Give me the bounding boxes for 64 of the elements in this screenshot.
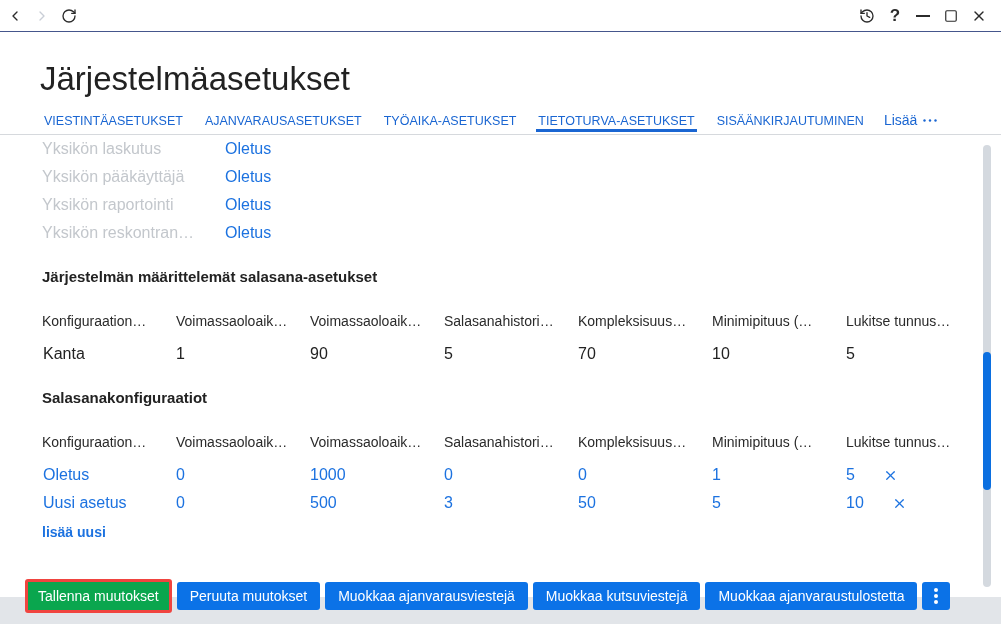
column-header: Voimassaoloaik… [310,312,422,331]
scrollbar-thumb[interactable] [983,352,991,490]
tab[interactable]: TYÖAIKA-ASETUKSET [381,111,519,132]
setting-label: Yksikön pääkäyttäjä [42,167,185,187]
history-icon [859,7,875,24]
table-link[interactable]: 5 [846,464,855,486]
scrollbar-track[interactable] [983,145,991,587]
table-cell-text: 90 [310,344,328,364]
tab[interactable]: TIETOTURVA-ASETUKSET [536,111,697,132]
page-title: Järjestelmäasetukset [40,59,350,99]
column-header: Voimassaoloaik… [176,433,288,452]
action-button[interactable]: Muokkaa ajanvaraustulostetta [705,582,918,610]
save-button[interactable]: Tallenna muutokset [25,579,172,613]
more-vertical-icon [934,588,939,604]
table-link[interactable]: 1000 [310,464,346,486]
more-dots-icon [923,119,938,122]
column-header: Kompleksisuus… [578,433,687,452]
table-cell-text: Kanta [42,344,85,364]
table-link[interactable]: Oletus [42,464,90,486]
table-cell-text: 1 [176,344,185,364]
action-button[interactable]: Muokkaa kutsuviestejä [532,582,701,610]
column-header: Salasanahistori… [444,312,554,331]
more-options-button[interactable] [922,582,951,610]
add-new-link[interactable]: lisää uusi [42,522,106,542]
table-link[interactable]: 0 [578,464,587,486]
column-header: Voimassaoloaik… [176,312,288,331]
minimize-icon [916,14,930,17]
setting-label: Yksikön reskontran… [42,223,195,243]
tab[interactable]: VIESTINTÄASETUKSET [42,111,185,132]
help-button[interactable]: ? [882,2,908,29]
column-header: Konfiguraation… [42,312,147,331]
table-cell-text: 5 [846,344,855,364]
refresh-icon [61,7,77,24]
table-link[interactable]: 0 [176,492,185,514]
column-header: Minimipituus (… [712,312,813,331]
table-link[interactable]: 500 [310,492,337,514]
table-cell-text: 70 [578,344,596,364]
section-heading: Salasanakonfiguraatiot [42,388,208,408]
more-tab[interactable]: Lisää [883,111,938,132]
column-header: Salasanahistori… [444,433,554,452]
table-link[interactable]: 1 [712,464,721,486]
table-link[interactable]: 0 [444,464,453,486]
tab[interactable]: AJANVARAUSASETUKSET [202,111,364,132]
table-cell-text: 5 [444,344,453,364]
setting-label: Yksikön raportointi [42,195,174,215]
column-header: Konfiguraation… [42,433,147,452]
table-link[interactable]: 10 [846,492,864,514]
table-link[interactable]: 5 [712,492,721,514]
maximize-icon [944,8,958,23]
tab[interactable]: SISÄÄNKIRJAUTUMINEN [714,111,866,132]
action-button[interactable]: Peruuta muutokset [176,582,321,610]
table-link[interactable]: 50 [578,492,596,514]
column-header: Voimassaoloaik… [310,433,422,452]
section-heading: Järjestelmän määrittelemät salasana-asetukset [42,267,378,287]
table-cell-text: 10 [712,344,730,364]
column-header: Kompleksisuus… [578,312,687,331]
table-link[interactable]: 3 [444,492,453,514]
table-link[interactable]: 0 [176,464,185,486]
setting-label: Yksikön laskutus [42,139,162,159]
column-header: Lukitse tunnus… [846,312,951,331]
table-link[interactable]: Uusi asetus [42,492,127,514]
column-header: Minimipituus (… [712,433,813,452]
column-header: Lukitse tunnus… [846,433,951,452]
action-button[interactable]: Muokkaa ajanvarausviestejä [325,582,528,610]
